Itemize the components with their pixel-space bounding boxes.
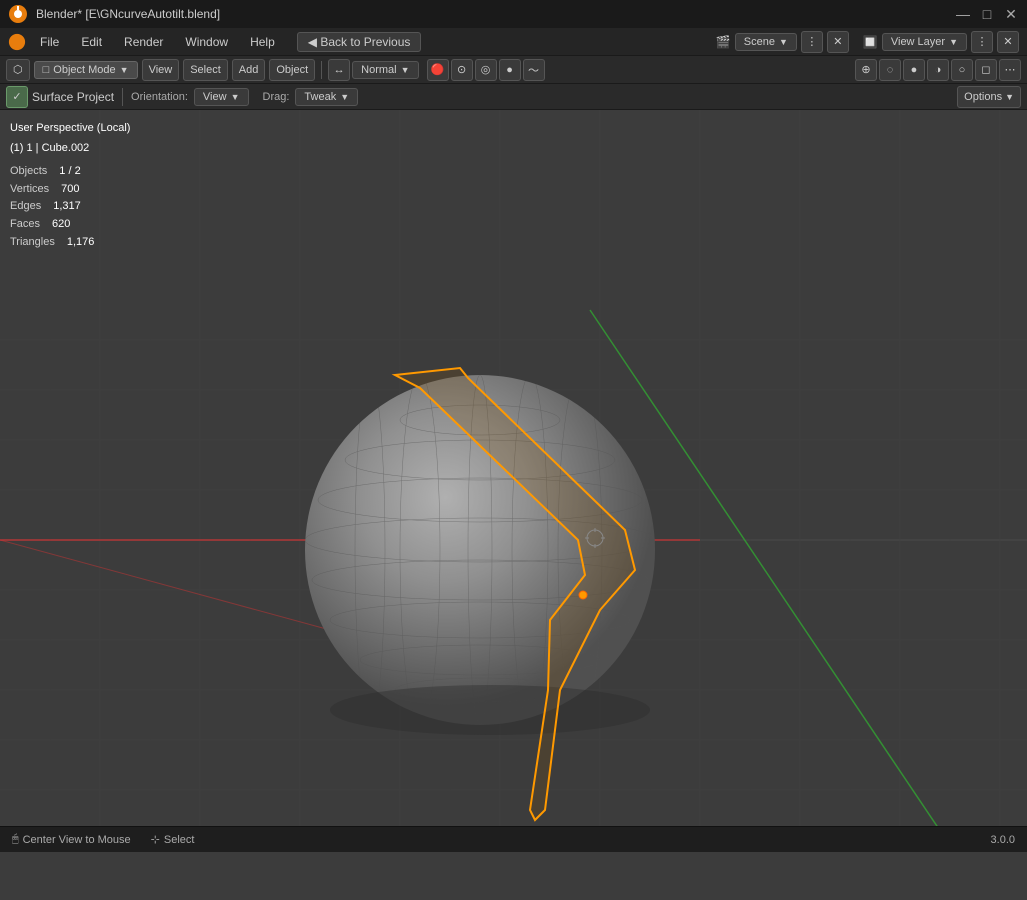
edges-value: 1,317	[53, 198, 81, 216]
faces-value: 620	[52, 216, 70, 234]
perspective-label: User Perspective (Local)	[10, 120, 130, 138]
editor-icon: ⬡	[13, 63, 23, 76]
shading1-icon[interactable]: ●	[903, 59, 925, 81]
object-name: (1) 1 | Cube.002	[10, 140, 130, 158]
shading2-icon[interactable]: ◑	[927, 59, 949, 81]
pin-icon[interactable]: ●	[499, 59, 521, 81]
topbar: File Edit Render Window Help ◀ Back to P…	[0, 28, 1027, 56]
mouse-icon: 🖱	[12, 833, 19, 846]
scene-close-icon[interactable]: ✕	[827, 31, 849, 53]
add-menu[interactable]: Add	[232, 59, 266, 81]
snap-icon[interactable]: 🔴	[427, 59, 449, 81]
drag-label: Drag:	[263, 91, 290, 103]
view-layer-dropdown[interactable]: View Layer ▼	[882, 33, 967, 51]
scene-options-icon[interactable]: ⋮	[801, 31, 823, 53]
select-menu[interactable]: Select	[183, 59, 228, 81]
more-icon[interactable]: ⋯	[999, 59, 1021, 81]
objects-label: Objects	[10, 163, 47, 181]
vertices-label: Vertices	[10, 181, 49, 199]
shading4-icon[interactable]: ◻	[975, 59, 997, 81]
view-menu[interactable]: View	[142, 59, 180, 81]
maximize-button[interactable]: □	[979, 6, 995, 22]
surface-project-label: Surface Project	[32, 90, 114, 104]
options-button[interactable]: Options ▼	[957, 86, 1021, 108]
proportional2-icon[interactable]: ◎	[475, 59, 497, 81]
triangles-label: Triangles	[10, 234, 55, 252]
title-bar: Blender* [E\GNcurveAutotilt.blend] — □ ✕	[0, 0, 1027, 28]
scene-dropdown[interactable]: Scene ▼	[735, 33, 797, 51]
sep2	[122, 88, 123, 106]
transform-icon[interactable]: ↔	[328, 59, 350, 81]
objects-value: 1 / 2	[59, 163, 80, 181]
version-label: 3.0.0	[991, 834, 1015, 846]
editor-type-button[interactable]: ⬡	[6, 59, 30, 81]
menu-file[interactable]: File	[32, 33, 67, 51]
triangles-value: 1,176	[67, 234, 95, 252]
blender-icon	[8, 33, 26, 51]
select-label: Select	[164, 834, 195, 846]
proportional-icon[interactable]: ⊙	[451, 59, 473, 81]
overlay-icon[interactable]: ◌	[879, 59, 901, 81]
blender-logo	[8, 4, 28, 24]
mode-icon: □	[43, 64, 50, 76]
view-layer-options-icon[interactable]: ⋮	[971, 31, 993, 53]
scene-svg	[0, 110, 1027, 826]
cursor-icon: ⊹	[151, 833, 160, 846]
minimize-button[interactable]: —	[955, 6, 971, 22]
window-title: Blender* [E\GNcurveAutotilt.blend]	[36, 7, 220, 21]
menu-edit[interactable]: Edit	[73, 33, 110, 51]
window-controls: — □ ✕	[955, 6, 1019, 22]
layers-icon: 🔲	[863, 35, 878, 49]
drag-dropdown[interactable]: Tweak ▼	[295, 88, 358, 106]
normal-dropdown[interactable]: Normal ▼	[352, 61, 418, 79]
viewport[interactable]: User Perspective (Local) (1) 1 | Cube.00…	[0, 110, 1027, 826]
gizmo-icon[interactable]: ⊕	[855, 59, 877, 81]
toolbar-separator	[321, 61, 322, 79]
orientation-dropdown[interactable]: View ▼	[194, 88, 249, 106]
orientation-label: Orientation:	[131, 91, 188, 103]
object-mode-dropdown[interactable]: □ Object Mode ▼	[34, 61, 138, 79]
center-view-label: Center View to Mouse	[23, 834, 131, 846]
shading3-icon[interactable]: ○	[951, 59, 973, 81]
faces-label: Faces	[10, 216, 40, 234]
menu-help[interactable]: Help	[242, 33, 283, 51]
status-bar: 🖱 Center View to Mouse ⊹ Select 3.0.0	[0, 826, 1027, 852]
edges-label: Edges	[10, 198, 41, 216]
toolbar-row2: ⬡ □ Object Mode ▼ View Select Add Object…	[0, 56, 1027, 84]
menu-window[interactable]: Window	[177, 33, 236, 51]
close-button[interactable]: ✕	[1003, 6, 1019, 22]
object-menu[interactable]: Object	[269, 59, 315, 81]
wave-icon[interactable]: 〜	[523, 59, 545, 81]
menu-render[interactable]: Render	[116, 33, 171, 51]
view-layer-close-icon[interactable]: ✕	[997, 31, 1019, 53]
back-to-previous-button[interactable]: ◀ Back to Previous	[297, 32, 422, 52]
camera-icon: 🎬	[716, 35, 731, 49]
toolbar-row3: ✓ Surface Project Orientation: View ▼ Dr…	[0, 84, 1027, 110]
vertices-value: 700	[61, 181, 79, 199]
stats-overlay: User Perspective (Local) (1) 1 | Cube.00…	[10, 120, 130, 251]
surface-project-icon[interactable]: ✓	[6, 86, 28, 108]
status-middle: ⊹ Select	[151, 833, 195, 846]
status-left: 🖱 Center View to Mouse	[12, 833, 131, 846]
back-arrow-icon: ◀	[308, 35, 317, 49]
